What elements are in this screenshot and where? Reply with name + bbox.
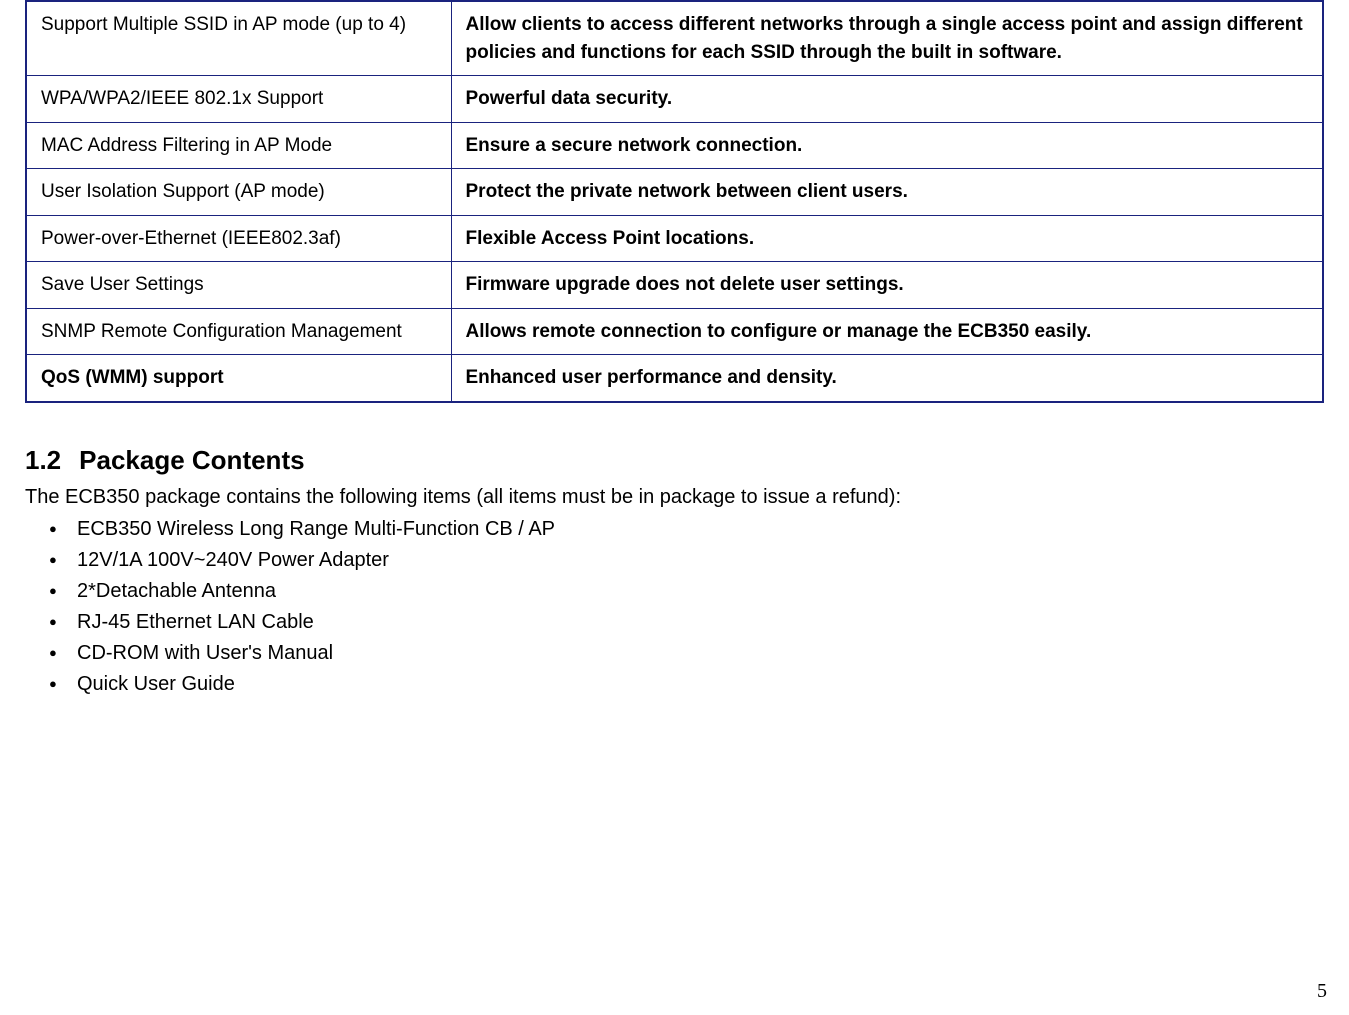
feature-benefit-cell: Powerful data security.: [451, 76, 1323, 123]
list-item: Quick User Guide: [49, 669, 1324, 700]
table-row: Power-over-Ethernet (IEEE802.3af)Flexibl…: [26, 215, 1323, 262]
table-row: Support Multiple SSID in AP mode (up to …: [26, 1, 1323, 76]
features-table-body: Support Multiple SSID in AP mode (up to …: [26, 1, 1323, 402]
section-intro: The ECB350 package contains the followin…: [25, 482, 1324, 512]
list-item: 2*Detachable Antenna: [49, 576, 1324, 607]
feature-name-cell: Power-over-Ethernet (IEEE802.3af): [26, 215, 451, 262]
table-row: WPA/WPA2/IEEE 802.1x SupportPowerful dat…: [26, 76, 1323, 123]
table-row: MAC Address Filtering in AP ModeEnsure a…: [26, 122, 1323, 169]
package-list: ECB350 Wireless Long Range Multi-Functio…: [25, 514, 1324, 700]
feature-name-cell: WPA/WPA2/IEEE 802.1x Support: [26, 76, 451, 123]
table-row: Save User SettingsFirmware upgrade does …: [26, 262, 1323, 309]
feature-benefit-cell: Enhanced user performance and density.: [451, 355, 1323, 402]
list-item: 12V/1A 100V~240V Power Adapter: [49, 545, 1324, 576]
feature-benefit-cell: Firmware upgrade does not delete user se…: [451, 262, 1323, 309]
feature-name-cell: SNMP Remote Configuration Management: [26, 308, 451, 355]
feature-name-cell: MAC Address Filtering in AP Mode: [26, 122, 451, 169]
feature-benefit-cell: Allows remote connection to configure or…: [451, 308, 1323, 355]
feature-benefit-cell: Flexible Access Point locations.: [451, 215, 1323, 262]
feature-benefit-cell: Allow clients to access different networ…: [451, 1, 1323, 76]
table-row: User Isolation Support (AP mode)Protect …: [26, 169, 1323, 216]
feature-name-cell: User Isolation Support (AP mode): [26, 169, 451, 216]
list-item: CD-ROM with User's Manual: [49, 638, 1324, 669]
list-item: RJ-45 Ethernet LAN Cable: [49, 607, 1324, 638]
feature-benefit-cell: Protect the private network between clie…: [451, 169, 1323, 216]
table-row: SNMP Remote Configuration ManagementAllo…: [26, 308, 1323, 355]
section-heading: 1.2 Package Contents: [25, 445, 1324, 476]
section-title: Package Contents: [79, 445, 304, 475]
feature-name-cell: Save User Settings: [26, 262, 451, 309]
features-table: Support Multiple SSID in AP mode (up to …: [25, 0, 1324, 403]
feature-benefit-cell: Ensure a secure network connection.: [451, 122, 1323, 169]
feature-name-cell: Support Multiple SSID in AP mode (up to …: [26, 1, 451, 76]
table-row: QoS (WMM) supportEnhanced user performan…: [26, 355, 1323, 402]
list-item: ECB350 Wireless Long Range Multi-Functio…: [49, 514, 1324, 545]
page-number: 5: [1317, 980, 1327, 1003]
feature-name-cell: QoS (WMM) support: [26, 355, 451, 402]
section-number: 1.2: [25, 445, 61, 476]
